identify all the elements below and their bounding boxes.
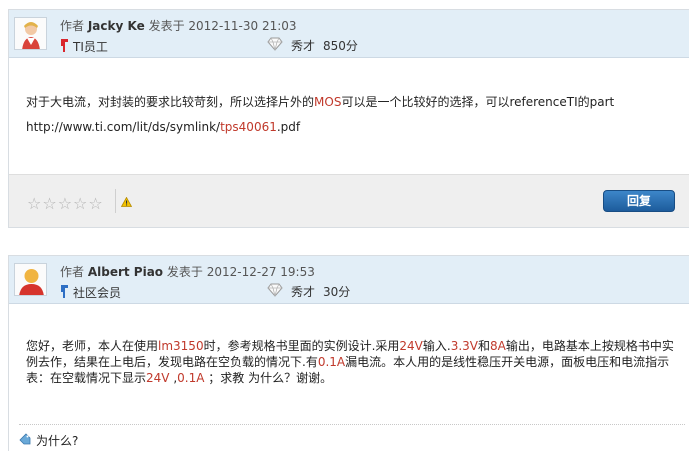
post-text-highlight: 24V [399, 339, 423, 353]
divider [115, 189, 116, 213]
post-text-highlight: 0.1A [177, 371, 205, 385]
post-link[interactable]: http://www.ti.com/lit/ds/symlink/tps4006… [26, 120, 300, 134]
post-text: ；求教 为什么？谢谢。 [204, 371, 333, 385]
post-tags: 为什么? [19, 424, 685, 449]
post-text-highlight: lm3150 [158, 339, 204, 353]
post-body: 您好，老师，本人在使用lm3150时，参考规格书里面的实例设计.采用24V输入.… [26, 338, 676, 386]
rating-stars[interactable]: ☆ ☆ ☆ ☆ ☆ [27, 194, 103, 213]
post-item: 作者 Jacky Ke 发表于 2012-11-30 21:03 TI员工 秀才… [8, 9, 689, 228]
avatar[interactable] [14, 263, 47, 296]
user-points: 30分 [323, 285, 351, 299]
link-text: http://www.ti.com/lit/ds/symlink/ [26, 120, 221, 134]
role-label: TI员工 [73, 40, 108, 54]
post-text-highlight: 24V [146, 371, 170, 385]
post-text-highlight: 0.1A [317, 355, 346, 369]
user-rank: 秀才 850分 [267, 37, 358, 54]
author-name[interactable]: Albert Piao [88, 265, 163, 279]
post-text: , [169, 371, 178, 385]
rank-title: 秀才 [291, 285, 316, 299]
post-timestamp: 2012-11-30 21:03 [188, 19, 297, 33]
post-text: 可以是一个比较好的选择，可以referenceTI的part [341, 95, 615, 109]
posted-label: 发表于 [166, 265, 203, 279]
post-meta: 作者 Albert Piao 发表于 2012-12-27 19:53 [60, 263, 315, 280]
post-text: 对于大电流，对封装的要求比较苛刻，所以选择片外的 [26, 95, 315, 109]
rank-diamond-icon [267, 283, 283, 300]
star-icon[interactable]: ☆ [58, 194, 72, 213]
post-header: 作者 Albert Piao 发表于 2012-12-27 19:53 社区会员… [9, 256, 689, 304]
post-meta: 作者 Jacky Ke 发表于 2012-11-30 21:03 [60, 17, 297, 34]
star-icon[interactable]: ☆ [88, 194, 102, 213]
link-text-highlight: tps40061 [220, 120, 277, 134]
post-text: 您好，老师，本人在使用 [26, 339, 159, 353]
user-rank: 秀才 30分 [267, 283, 350, 300]
author-prefix: 作者 [60, 265, 85, 279]
member-icon [60, 284, 69, 301]
post-text-highlight: 3.3V [450, 339, 479, 353]
author-prefix: 作者 [60, 19, 85, 33]
author-name[interactable]: Jacky Ke [88, 19, 145, 33]
user-role: 社区会员 [60, 284, 121, 301]
reply-button[interactable]: 回复 [603, 190, 675, 212]
star-icon[interactable]: ☆ [27, 194, 41, 213]
ti-employee-icon [60, 38, 69, 55]
posted-label: 发表于 [148, 19, 185, 33]
post-header: 作者 Jacky Ke 发表于 2012-11-30 21:03 TI员工 秀才… [9, 10, 689, 58]
tag-icon [19, 433, 31, 448]
star-icon[interactable]: ☆ [42, 194, 56, 213]
rank-title: 秀才 [291, 39, 316, 53]
user-points: 850分 [323, 39, 358, 53]
rank-diamond-icon [267, 37, 283, 54]
post-item: 作者 Albert Piao 发表于 2012-12-27 19:53 社区会员… [8, 255, 689, 451]
tag-link[interactable]: 为什么? [36, 432, 78, 449]
post-text: 输入. [422, 339, 451, 353]
post-text-highlight: MOS [314, 95, 342, 109]
report-warning-icon[interactable] [120, 196, 133, 210]
post-text: 和 [478, 339, 491, 353]
post-text: 时，参考规格书里面的实例设计.采用 [203, 339, 400, 353]
post-footer: ☆ ☆ ☆ ☆ ☆ 回复 [9, 174, 689, 227]
post-body-line: 对于大电流，对封装的要求比较苛刻，所以选择片外的MOS可以是一个比较好的选择，可… [26, 93, 614, 110]
link-text: .pdf [276, 120, 301, 134]
role-label: 社区会员 [73, 286, 122, 300]
post-text-highlight: 8A [490, 339, 506, 353]
star-icon[interactable]: ☆ [73, 194, 87, 213]
user-role: TI员工 [60, 38, 108, 55]
avatar[interactable] [14, 17, 47, 50]
post-timestamp: 2012-12-27 19:53 [206, 265, 315, 279]
